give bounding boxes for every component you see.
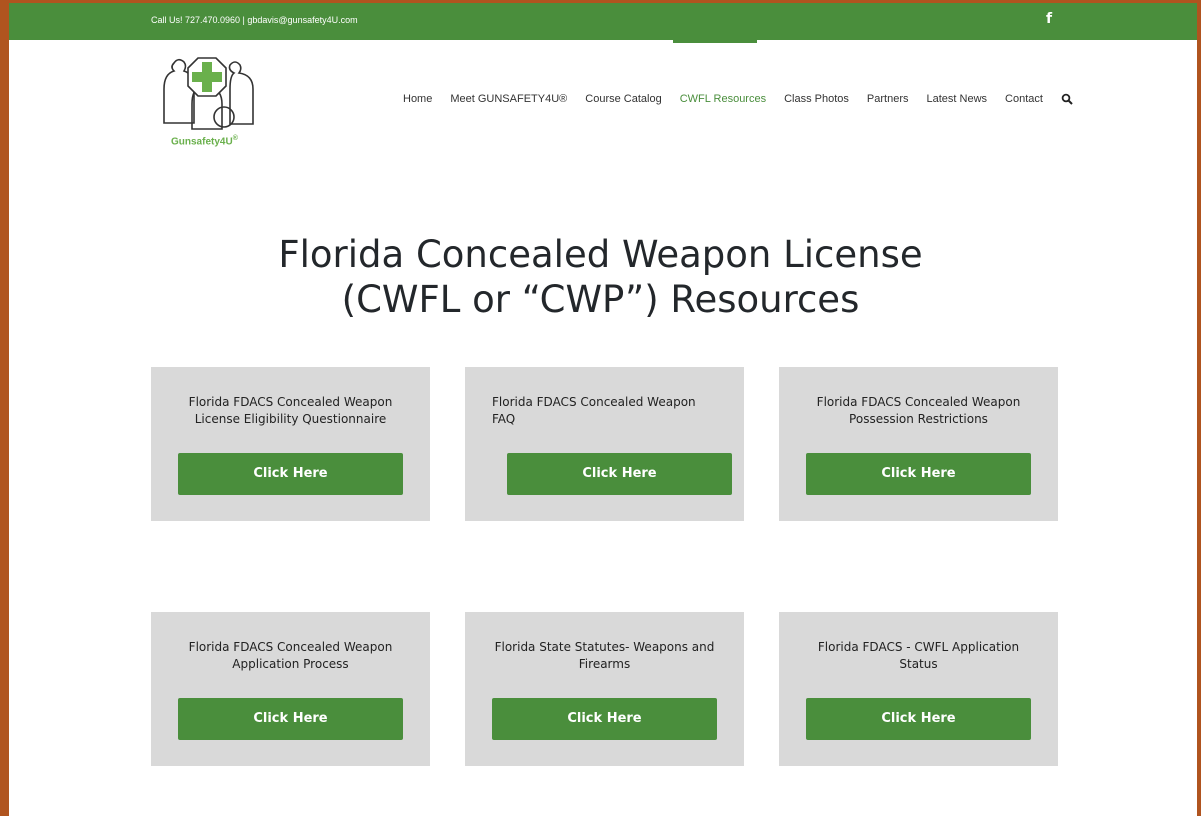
page-title: Florida Concealed Weapon License (CWFL o… [0, 232, 1201, 322]
logo-icon [163, 57, 254, 130]
nav-item-class-photos[interactable]: Class Photos [784, 93, 849, 105]
active-nav-indicator [673, 40, 757, 43]
nav-item-meet[interactable]: Meet GUNSAFETY4U® [450, 93, 567, 105]
click-here-button[interactable]: Click Here [178, 698, 403, 740]
nav-item-home[interactable]: Home [403, 93, 432, 105]
card-title: Florida State Statutes- Weapons and Fire… [494, 640, 715, 671]
click-here-button[interactable]: Click Here [806, 453, 1031, 495]
click-here-button[interactable]: Click Here [492, 698, 717, 740]
nav-item-latest-news[interactable]: Latest News [926, 93, 987, 105]
card-title: Florida FDACS - CWFL Application Status [817, 640, 1020, 671]
logo-name: Gunsafety4U [171, 136, 233, 148]
resource-card: Florida State Statutes- Weapons and Fire… [465, 612, 744, 766]
page-title-line1: Florida Concealed Weapon License [278, 233, 923, 276]
card-title: Florida FDACS Concealed Weapon License E… [188, 395, 393, 426]
card-title: Florida FDACS Concealed Weapon FAQ [492, 395, 696, 426]
click-here-button[interactable]: Click Here [507, 453, 732, 495]
page-title-line2: (CWFL or “CWP”) Resources [341, 278, 860, 321]
main-nav: Home Meet GUNSAFETY4U® Course Catalog CW… [403, 93, 1073, 105]
nav-item-course-catalog[interactable]: Course Catalog [585, 93, 661, 105]
click-here-button[interactable]: Click Here [178, 453, 403, 495]
nav-item-partners[interactable]: Partners [867, 93, 909, 105]
logo-text: Gunsafety4U® [171, 135, 238, 147]
card-title: Florida FDACS Concealed Weapon Possessio… [816, 395, 1021, 426]
search-icon[interactable] [1061, 93, 1073, 105]
top-bar: Call Us! 727.470.0960 | gbdavis@gunsafet… [9, 3, 1197, 40]
click-here-button[interactable]: Click Here [806, 698, 1031, 740]
logo-registered: ® [232, 135, 238, 142]
contact-info[interactable]: Call Us! 727.470.0960 | gbdavis@gunsafet… [151, 15, 358, 25]
resource-card: Florida FDACS - CWFL Application Status … [779, 612, 1058, 766]
resource-card: Florida FDACS Concealed Weapon Possessio… [779, 367, 1058, 521]
card-title: Florida FDACS Concealed Weapon Applicati… [188, 640, 393, 671]
nav-item-contact[interactable]: Contact [1005, 93, 1043, 105]
resource-card: Florida FDACS Concealed Weapon Applicati… [151, 612, 430, 766]
facebook-icon[interactable]: f [1046, 11, 1052, 27]
resource-card: Florida FDACS Concealed Weapon License E… [151, 367, 430, 521]
nav-item-cwfl-resources[interactable]: CWFL Resources [680, 93, 766, 105]
resource-card: Florida FDACS Concealed Weapon FAQ Click… [465, 367, 744, 521]
